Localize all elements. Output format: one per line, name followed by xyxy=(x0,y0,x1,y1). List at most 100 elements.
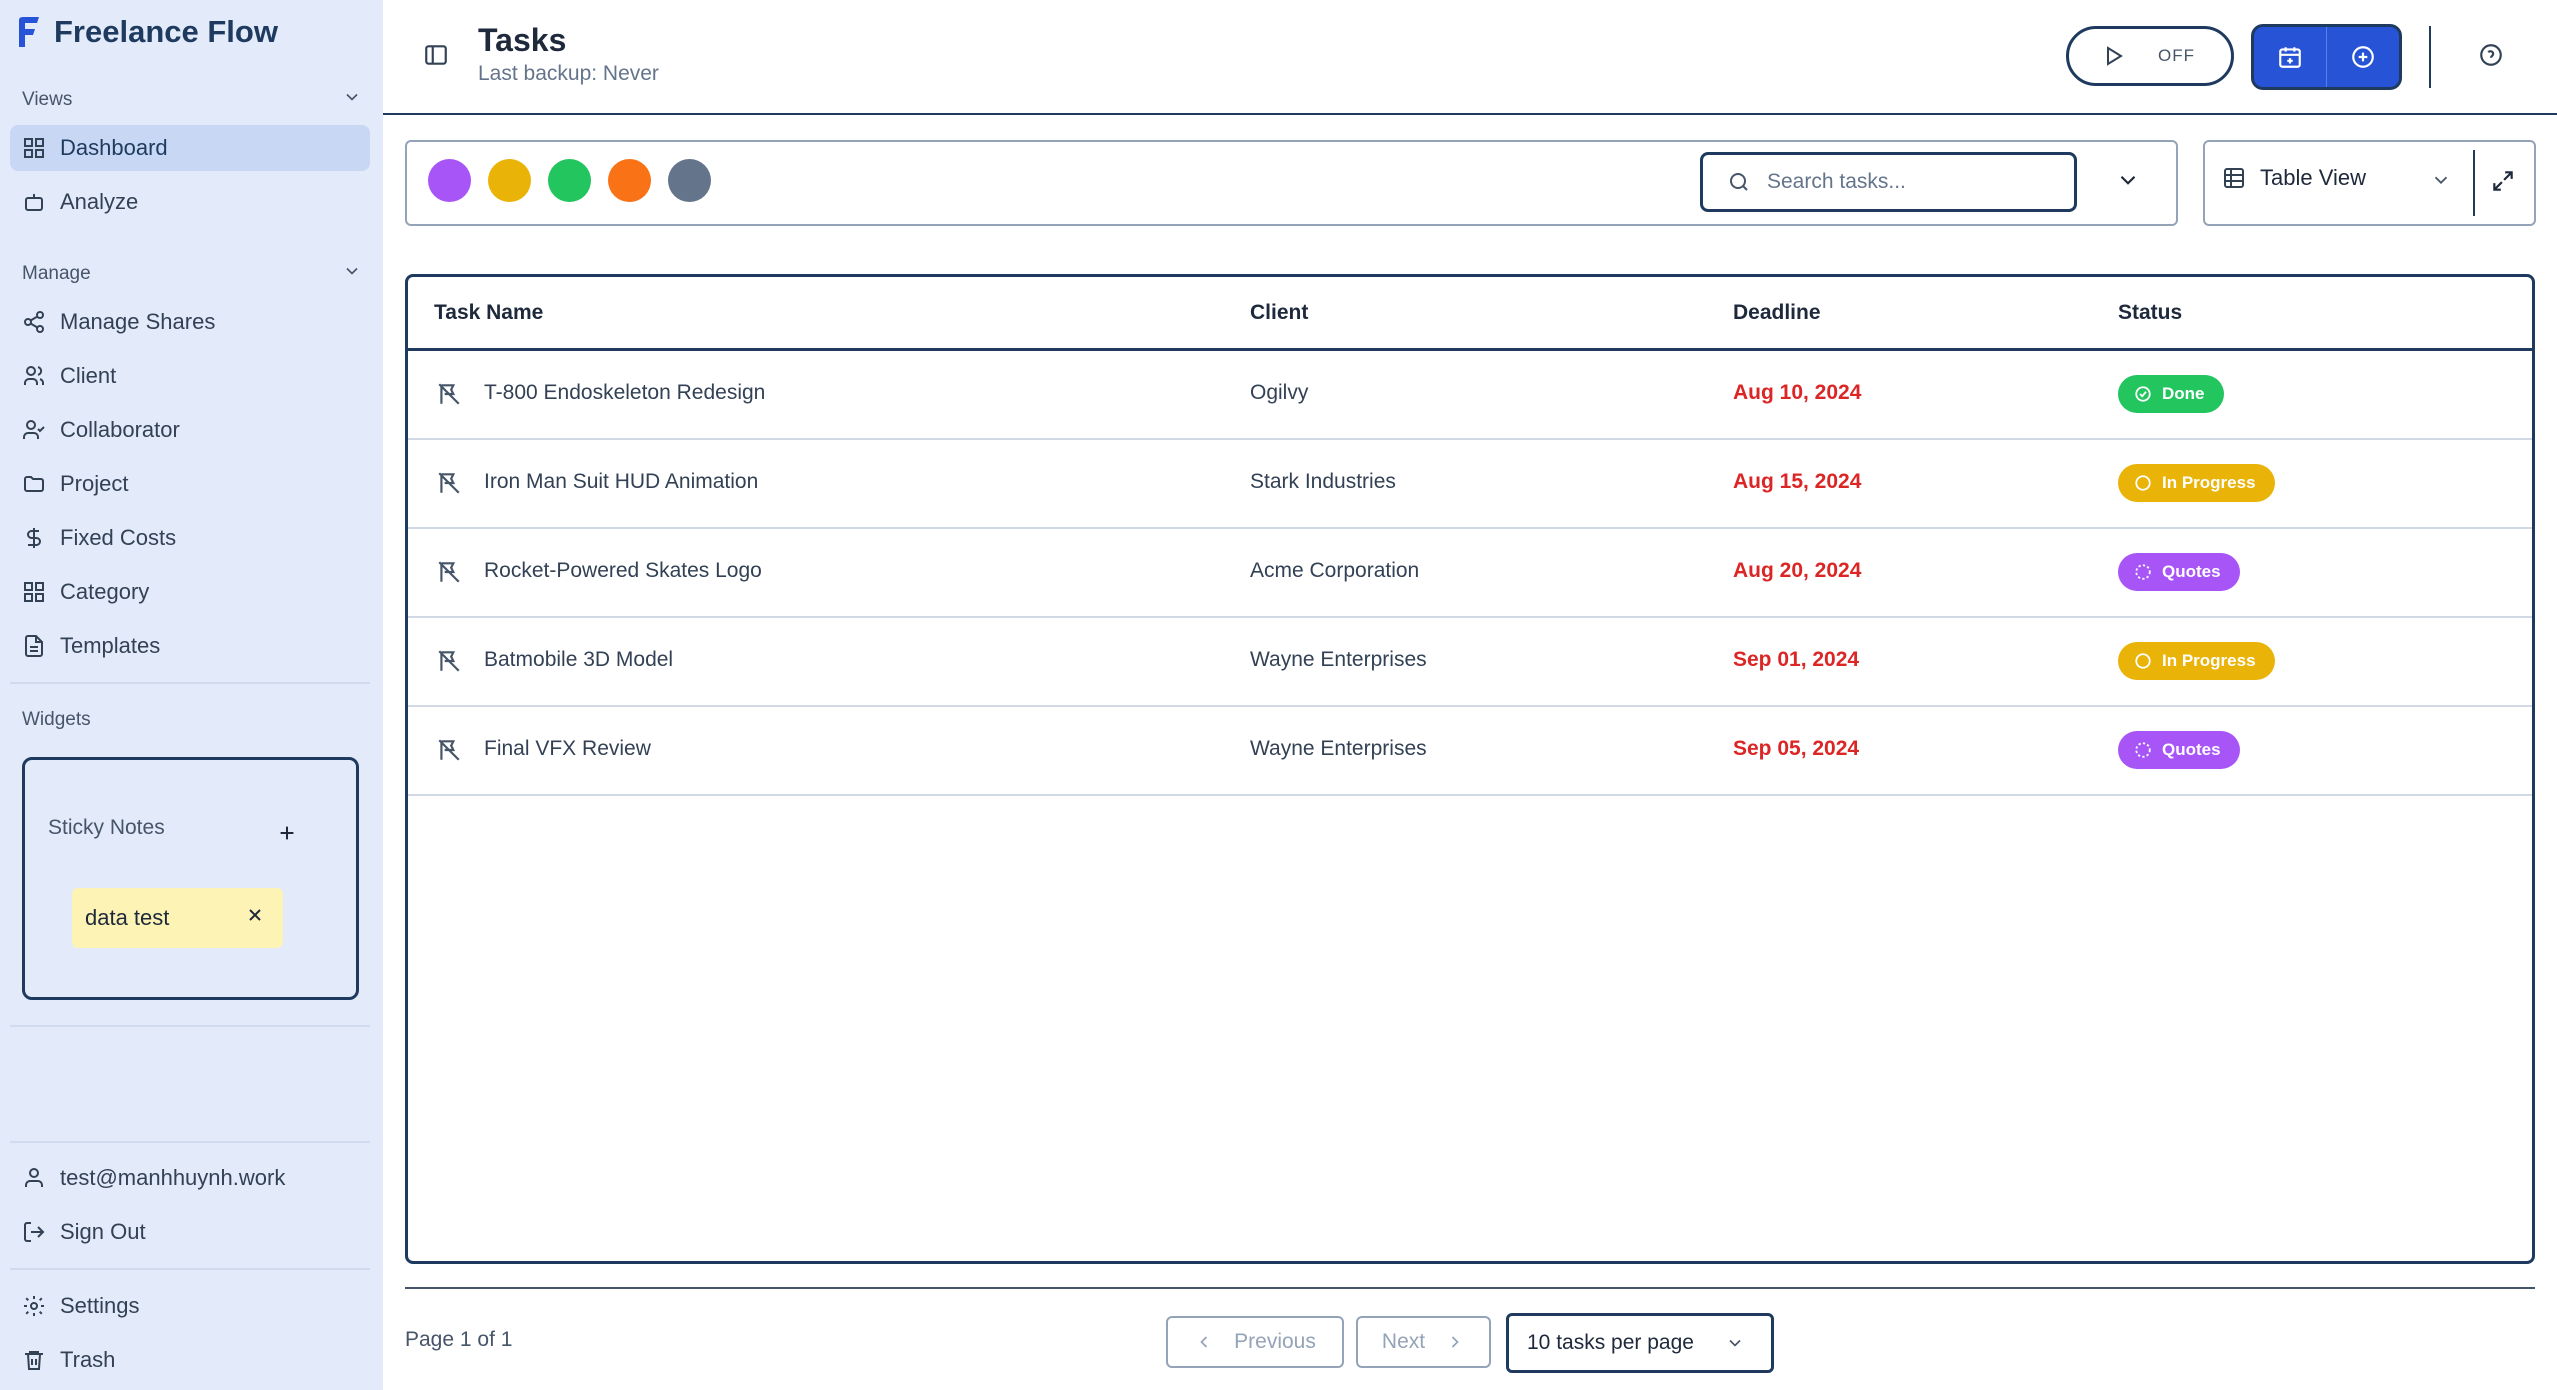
sign-out-button[interactable]: Sign Out xyxy=(10,1209,370,1255)
sidebar-toggle-button[interactable] xyxy=(423,42,453,72)
view-select-value[interactable]: Table View xyxy=(2222,165,2366,191)
sidebar-item-label: Client xyxy=(60,363,117,388)
sidebar-item-label: Dashboard xyxy=(60,135,168,160)
column-header-status[interactable]: Status xyxy=(2118,301,2182,325)
dashboard-icon xyxy=(24,138,44,158)
sidebar-item-manage-shares[interactable]: Manage Shares xyxy=(10,299,370,345)
calendar-add-button[interactable] xyxy=(2254,27,2327,87)
table-row[interactable]: T-800 Endoskeleton Redesign Ogilvy Aug 1… xyxy=(408,351,2532,440)
color-filter-purple[interactable] xyxy=(428,159,471,202)
sticky-notes-title: Sticky Notes xyxy=(48,816,165,839)
column-header-task-name[interactable]: Task Name xyxy=(434,301,543,325)
table-row[interactable]: Rocket-Powered Skates Logo Acme Corporat… xyxy=(408,529,2532,618)
analyze-icon xyxy=(25,194,43,211)
per-page-select[interactable]: 10 tasks per page xyxy=(1506,1313,1774,1373)
panel-left-icon xyxy=(425,45,447,65)
color-filter-orange[interactable] xyxy=(608,159,651,202)
sticky-note-text: data test xyxy=(85,905,170,930)
sticky-notes-widget xyxy=(22,757,359,1000)
task-name: Final VFX Review xyxy=(484,737,651,760)
task-name: Iron Man Suit HUD Animation xyxy=(484,470,759,493)
expand-icon xyxy=(2493,171,2513,191)
deadline: Aug 20, 2024 xyxy=(1733,559,1862,582)
circle-icon xyxy=(2135,653,2151,669)
view-select-divider xyxy=(2473,150,2475,216)
help-icon xyxy=(2480,44,2502,66)
flag-off-icon[interactable] xyxy=(436,381,462,407)
page-info: Page 1 of 1 xyxy=(405,1328,513,1351)
color-filter-gray[interactable] xyxy=(668,159,711,202)
chevron-down-icon xyxy=(2120,175,2136,185)
file-icon xyxy=(25,635,43,657)
status-badge[interactable]: In Progress xyxy=(2118,464,2275,502)
chevron-left-icon xyxy=(1200,1336,1208,1348)
next-page-button[interactable]: Next xyxy=(1356,1316,1491,1368)
user-email: test@manhhuynh.work xyxy=(60,1165,286,1190)
views-section-header[interactable]: Views xyxy=(22,84,362,116)
task-name: T-800 Endoskeleton Redesign xyxy=(484,381,766,404)
calendar-plus-icon xyxy=(2279,47,2301,68)
sidebar-divider xyxy=(10,1025,370,1027)
table-row[interactable]: Iron Man Suit HUD Animation Stark Indust… xyxy=(408,440,2532,529)
flag-off-icon[interactable] xyxy=(436,648,462,674)
filter-dropdown-button[interactable] xyxy=(2115,167,2145,197)
settings-button[interactable]: Settings xyxy=(10,1283,370,1329)
sign-out-label: Sign Out xyxy=(60,1219,146,1244)
table-row[interactable]: Batmobile 3D Model Wayne Enterprises Sep… xyxy=(408,618,2532,707)
backup-status: Last backup: Never xyxy=(478,62,659,85)
sidebar-item-label: Manage Shares xyxy=(60,309,216,334)
manage-label: Manage xyxy=(22,263,91,284)
status-badge[interactable]: In Progress xyxy=(2118,642,2275,680)
trash-button[interactable]: Trash xyxy=(10,1337,370,1383)
log-out-icon xyxy=(24,1222,45,1242)
sidebar-item-collaborator[interactable]: Collaborator xyxy=(10,407,370,453)
status-badge[interactable]: Done xyxy=(2118,375,2224,413)
sidebar-item-project[interactable]: Project xyxy=(10,461,370,507)
status-label: Done xyxy=(2162,384,2205,403)
flag-off-icon[interactable] xyxy=(436,559,462,585)
sticky-note[interactable]: data test xyxy=(72,888,283,948)
manage-section-header[interactable]: Manage xyxy=(22,258,362,290)
table-row[interactable]: Final VFX Review Wayne Enterprises Sep 0… xyxy=(408,707,2532,796)
color-filter-green[interactable] xyxy=(548,159,591,202)
sidebar-item-analyze[interactable]: Analyze xyxy=(10,179,370,225)
app-name: Freelance Flow xyxy=(54,14,278,49)
sidebar-item-templates[interactable]: Templates xyxy=(10,623,370,669)
fullscreen-button[interactable] xyxy=(2490,168,2518,196)
add-task-button[interactable] xyxy=(2327,27,2399,87)
brand[interactable]: Freelance Flow xyxy=(14,10,278,54)
close-icon[interactable] xyxy=(245,905,265,931)
add-note-button[interactable] xyxy=(272,818,302,848)
previous-page-button[interactable]: Previous xyxy=(1166,1316,1344,1368)
sidebar-item-client[interactable]: Client xyxy=(10,353,370,399)
status-label: Quotes xyxy=(2162,562,2221,581)
sidebar-item-category[interactable]: Category xyxy=(10,569,370,615)
color-filter-yellow[interactable] xyxy=(488,159,531,202)
help-button[interactable] xyxy=(2478,42,2508,72)
page-title: Tasks xyxy=(478,22,567,58)
sidebar-item-dashboard[interactable]: Dashboard xyxy=(10,125,370,171)
per-page-value: 10 tasks per page xyxy=(1527,1331,1694,1354)
timer-toggle-button[interactable]: OFF xyxy=(2066,26,2234,86)
circle-icon xyxy=(2135,475,2151,491)
user-account[interactable]: test@manhhuynh.work xyxy=(10,1155,370,1201)
deadline: Sep 05, 2024 xyxy=(1733,737,1860,760)
search-input[interactable] xyxy=(1767,170,2037,194)
flag-off-icon[interactable] xyxy=(436,470,462,496)
column-header-deadline[interactable]: Deadline xyxy=(1733,301,1821,325)
flag-off-icon[interactable] xyxy=(436,737,462,763)
status-badge[interactable]: Quotes xyxy=(2118,731,2240,769)
column-header-client[interactable]: Client xyxy=(1250,301,1308,325)
chevron-down-icon[interactable] xyxy=(2430,169,2456,195)
sidebar-item-label: Templates xyxy=(60,633,161,658)
views-label: Views xyxy=(22,89,73,110)
trash-icon xyxy=(25,1351,43,1370)
sidebar-item-fixed-costs[interactable]: Fixed Costs xyxy=(10,515,370,561)
sidebar: Freelance Flow Views Dashboard Analyze M… xyxy=(0,0,383,1390)
status-badge[interactable]: Quotes xyxy=(2118,553,2240,591)
dollar-icon xyxy=(27,528,41,548)
table-icon xyxy=(2224,168,2244,188)
task-name: Batmobile 3D Model xyxy=(484,648,674,671)
sidebar-item-label: Project xyxy=(60,471,129,496)
sidebar-item-label: Analyze xyxy=(60,189,139,214)
